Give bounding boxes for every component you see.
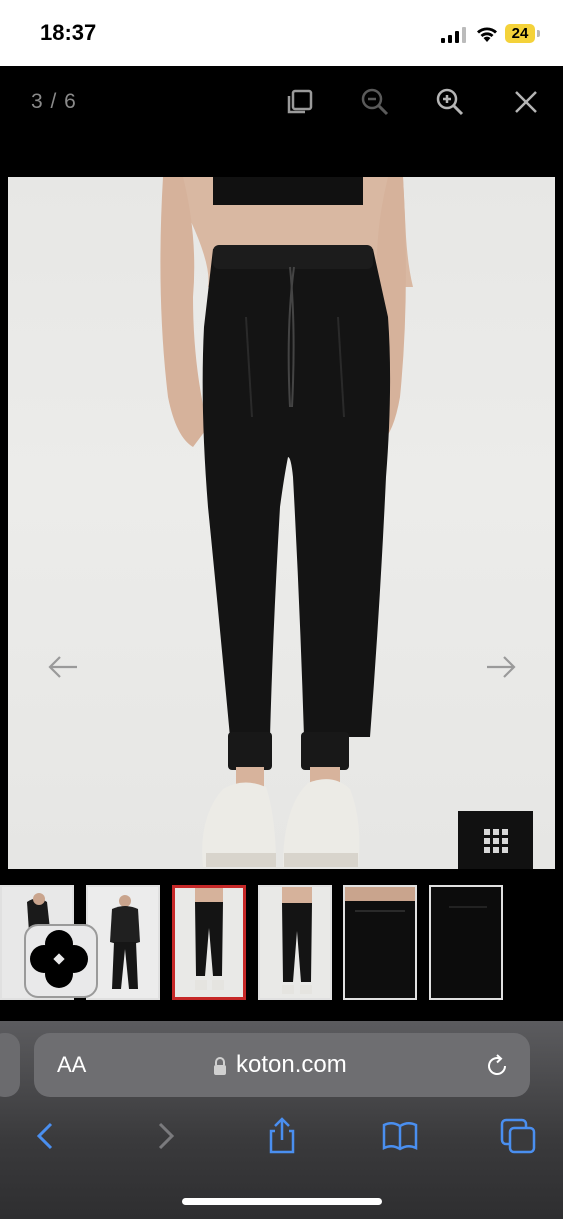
zoom-in-icon[interactable] bbox=[434, 86, 466, 118]
assistive-touch-button[interactable] bbox=[24, 924, 98, 998]
reload-icon[interactable] bbox=[484, 1053, 510, 1079]
cellular-signal-icon bbox=[441, 27, 466, 43]
arrow-left-icon[interactable] bbox=[46, 653, 80, 681]
thumbnail-6[interactable] bbox=[429, 885, 503, 1000]
close-icon[interactable] bbox=[510, 86, 542, 118]
thumbnail-4-image bbox=[260, 887, 330, 998]
product-photo-illustration bbox=[160, 177, 413, 867]
lock-icon bbox=[214, 1057, 226, 1075]
previous-tab-peek[interactable] bbox=[0, 1033, 20, 1097]
zoom-out-icon[interactable] bbox=[359, 86, 391, 118]
home-indicator bbox=[182, 1198, 382, 1205]
status-bar: 18:37 24 bbox=[0, 0, 563, 66]
battery-tip bbox=[537, 30, 540, 37]
address-bar[interactable]: AA koton.com bbox=[34, 1033, 530, 1097]
thumbnail-2-image bbox=[88, 887, 158, 998]
thumbnail-5[interactable] bbox=[343, 885, 417, 1000]
thumbnail-5-image bbox=[345, 887, 415, 998]
share-icon[interactable] bbox=[262, 1116, 302, 1156]
bookmarks-icon[interactable] bbox=[380, 1116, 420, 1156]
wifi-icon bbox=[477, 27, 497, 42]
fullscreen-icon[interactable] bbox=[284, 86, 316, 118]
image-viewer: 3 / 6 bbox=[0, 66, 563, 1021]
battery-icon: 24 bbox=[505, 24, 535, 43]
forward-icon[interactable] bbox=[145, 1116, 185, 1156]
thumbnail-grid-toggle[interactable] bbox=[458, 811, 533, 869]
reader-options-button[interactable]: AA bbox=[57, 1052, 86, 1078]
status-time: 18:37 bbox=[40, 20, 97, 45]
arrow-right-icon[interactable] bbox=[484, 653, 518, 681]
safari-toolbar: AA koton.com bbox=[0, 1021, 563, 1219]
image-counter: 3 / 6 bbox=[31, 90, 77, 113]
thumbnail-3[interactable] bbox=[172, 885, 246, 1000]
clover-icon bbox=[30, 930, 88, 988]
thumbnail-3-image bbox=[175, 888, 243, 997]
thumbnail-6-image bbox=[431, 887, 501, 998]
url-text: koton.com bbox=[236, 1051, 347, 1078]
grid-icon bbox=[484, 829, 508, 853]
thumbnail-4[interactable] bbox=[258, 885, 332, 1000]
product-image[interactable] bbox=[8, 177, 555, 869]
tabs-icon[interactable] bbox=[498, 1116, 538, 1156]
back-icon[interactable] bbox=[26, 1116, 66, 1156]
